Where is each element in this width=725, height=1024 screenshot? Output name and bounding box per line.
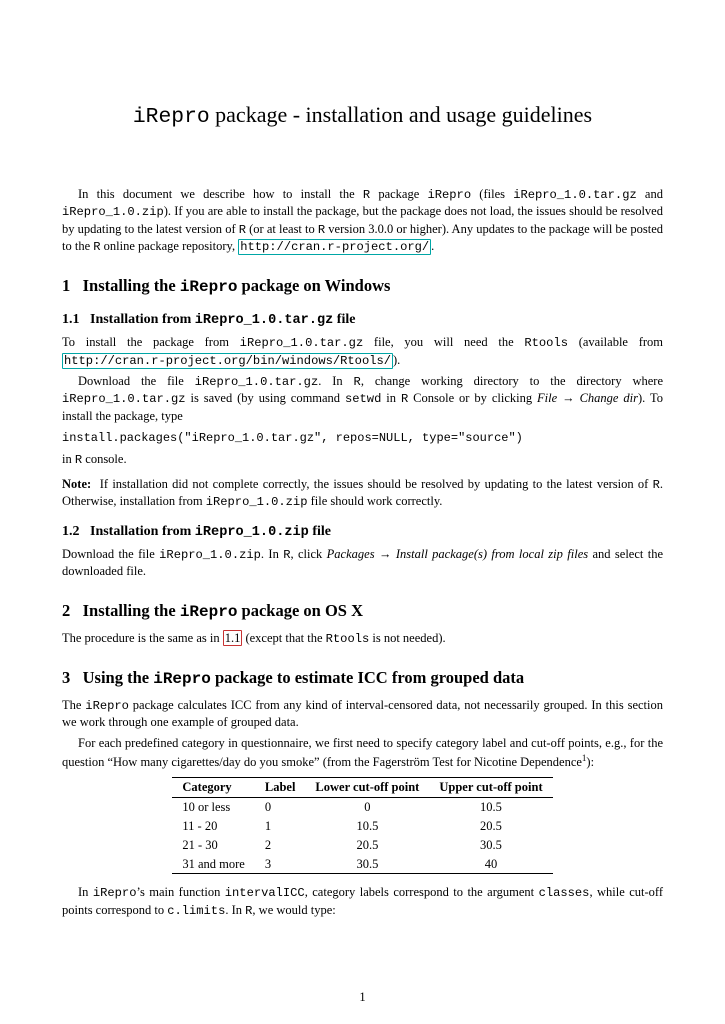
section-1-2-heading: 1.2 Installation from iRepro_1.0.zip fil… xyxy=(62,523,663,542)
ref-1-1[interactable]: 1.1 xyxy=(223,630,243,646)
rtools-link[interactable]: http://cran.r-project.org/bin/windows/Rt… xyxy=(62,353,393,369)
th-lower: Lower cut-off point xyxy=(305,778,429,798)
page-title: iRepro package - installation and usage … xyxy=(62,100,663,132)
intro-paragraph: In this document we describe how to inst… xyxy=(62,186,663,255)
s3-p1: The iRepro package calculates ICC from a… xyxy=(62,697,663,731)
title-code: iRepro xyxy=(133,105,210,129)
s2-p1: The procedure is the same as in 1.1 (exc… xyxy=(62,630,663,647)
s11-note: Note: If installation did not complete c… xyxy=(62,476,663,511)
th-upper: Upper cut-off point xyxy=(429,778,552,798)
s3-p2: For each predefined category in question… xyxy=(62,735,663,771)
s11-p2: Download the file iRepro_1.0.tar.gz. In … xyxy=(62,373,663,425)
cran-link[interactable]: http://cran.r-project.org/ xyxy=(238,239,431,255)
s12-p1: Download the file iRepro_1.0.zip. In R, … xyxy=(62,546,663,580)
section-2-heading: 2 Installing the iRepro package on OS X xyxy=(62,600,663,624)
section-1-heading: 1 Installing the iRepro package on Windo… xyxy=(62,275,663,299)
section-3-heading: 3 Using the iRepro package to estimate I… xyxy=(62,667,663,691)
arrow-icon: → xyxy=(379,547,392,561)
table-row: 21 - 30 2 20.5 30.5 xyxy=(172,836,552,855)
title-rest: package - installation and usage guideli… xyxy=(210,102,592,127)
page-number: 1 xyxy=(0,989,725,1006)
s11-p1: To install the package from iRepro_1.0.t… xyxy=(62,334,663,369)
note-label: Note: xyxy=(62,477,91,491)
cutoff-table: Category Label Lower cut-off point Upper… xyxy=(172,777,552,874)
s11-p3: in R console. xyxy=(62,451,663,468)
table-header-row: Category Label Lower cut-off point Upper… xyxy=(172,778,552,798)
table-row: 10 or less 0 0 10.5 xyxy=(172,797,552,816)
th-category: Category xyxy=(172,778,254,798)
install-command: install.packages("iRepro_1.0.tar.gz", re… xyxy=(62,430,663,446)
page: iRepro package - installation and usage … xyxy=(0,0,725,1024)
arrow-icon: → xyxy=(562,391,575,405)
table-row: 11 - 20 1 10.5 20.5 xyxy=(172,817,552,836)
th-label: Label xyxy=(255,778,306,798)
table-row: 31 and more 3 30.5 40 xyxy=(172,855,552,874)
section-1-1-heading: 1.1 Installation from iRepro_1.0.tar.gz … xyxy=(62,311,663,330)
s3-p3: In iRepro’s main function intervalICC, c… xyxy=(62,884,663,919)
